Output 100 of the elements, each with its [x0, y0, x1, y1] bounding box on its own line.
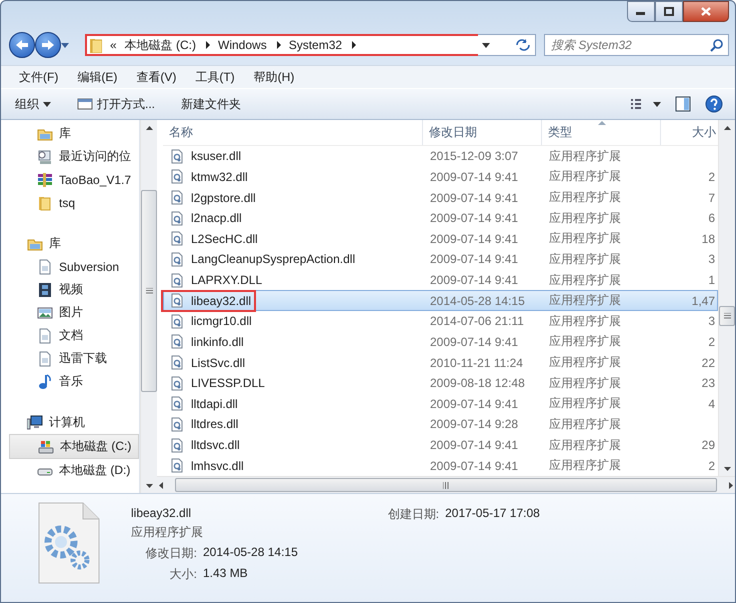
- table-cell-text: 2009-07-14 9:28: [429, 417, 520, 432]
- dll-file-icon: [170, 438, 184, 453]
- breadcrumb[interactable]: 本地磁盘 (C:): [124, 36, 196, 54]
- toolbar-button[interactable]: 打开方式...: [77, 96, 156, 112]
- scroll-up-icon[interactable]: [146, 126, 152, 130]
- toolbar-button[interactable]: 组织: [15, 96, 51, 112]
- file-row[interactable]: licmgr10.dll 2014-07-06 21:11 应用程序扩展 3: [163, 311, 718, 332]
- column-header[interactable]: 修改日期: [423, 120, 542, 145]
- scroll-thumb[interactable]: [175, 478, 717, 492]
- breadcrumb[interactable]: System32: [288, 38, 342, 52]
- table-cell-text: 应用程序扩展: [548, 189, 622, 206]
- field-label: 创建日期:: [388, 506, 440, 523]
- dll-file-icon: [170, 169, 184, 184]
- file-row[interactable]: lmhsvc.dll 2009-07-14 9:41 应用程序扩展 2: [163, 455, 718, 476]
- table-cell-text: 22: [700, 356, 716, 370]
- window-icon: [77, 98, 93, 110]
- nav-item[interactable]: 迅雷下载: [1, 347, 139, 370]
- dll-file-icon: [170, 252, 184, 267]
- file-row[interactable]: linkinfo.dll 2009-07-14 9:41 应用程序扩展 2: [163, 332, 718, 352]
- dropdown-caret-icon: [43, 102, 51, 106]
- scroll-left-icon[interactable]: [159, 482, 163, 488]
- nav-item[interactable]: Subversion: [1, 255, 139, 278]
- nav-item[interactable]: 计算机: [1, 411, 139, 434]
- file-row[interactable]: ListSvc.dll 2010-11-21 11:24 应用程序扩展 22: [163, 352, 718, 373]
- file-row[interactable]: L2SecHC.dll 2009-07-14 9:41 应用程序扩展 18: [163, 228, 718, 250]
- table-cell-text: 2014-05-28 14:15: [429, 294, 526, 308]
- nav-item[interactable]: 最近访问的位: [1, 145, 139, 168]
- nav-item[interactable]: TaoBao_V1.7: [1, 168, 139, 191]
- nav-item[interactable]: 本地磁盘 (D:): [1, 459, 139, 482]
- back-button[interactable]: [9, 32, 35, 58]
- dll-file-icon: [170, 272, 184, 288]
- view-options-icon[interactable]: [631, 98, 661, 110]
- file-row[interactable]: lltdsvc.dll 2009-07-14 9:41 应用程序扩展 29: [163, 434, 718, 456]
- scroll-thumb[interactable]: [141, 190, 157, 392]
- column-header[interactable]: 名称: [163, 120, 423, 145]
- nav-item[interactable]: tsq: [1, 191, 139, 214]
- preview-pane-icon[interactable]: [675, 96, 691, 112]
- nav-item[interactable]: 文档: [1, 324, 139, 347]
- scrollbar[interactable]: [157, 476, 735, 493]
- file-row[interactable]: LIVESSP.DLL 2009-08-18 12:48 应用程序扩展 23: [163, 372, 718, 394]
- breadcrumb-arrow-icon[interactable]: [276, 41, 281, 49]
- toolbar-button[interactable]: 新建文件夹: [181, 96, 242, 112]
- column-header[interactable]: 类型: [542, 120, 661, 145]
- maximize-button[interactable]: [655, 1, 683, 22]
- drive-icon: [38, 438, 54, 454]
- refresh-icon[interactable]: [515, 38, 531, 52]
- breadcrumb[interactable]: Windows: [218, 38, 267, 52]
- overflow-chevron[interactable]: «: [110, 38, 117, 52]
- address-bar[interactable]: « 本地磁盘 (C:) Windows System32: [85, 34, 480, 56]
- scrollbar[interactable]: [140, 120, 157, 493]
- computer-icon: [27, 414, 43, 430]
- nav-item[interactable]: 库: [1, 122, 139, 145]
- scroll-right-icon[interactable]: [729, 482, 733, 488]
- nav-item[interactable]: 本地磁盘 (C:): [9, 434, 139, 459]
- search-field[interactable]: 搜索 System32: [544, 34, 729, 56]
- menu-item[interactable]: 编辑(E): [67, 68, 126, 86]
- minimize-button[interactable]: [627, 1, 655, 22]
- scrollbar[interactable]: [718, 120, 735, 476]
- file-row[interactable]: lltdapi.dll 2009-07-14 9:41 应用程序扩展 4: [163, 394, 718, 414]
- table-cell-text: 2009-07-14 9:41: [429, 458, 520, 473]
- scroll-down-icon[interactable]: [146, 484, 152, 488]
- help-icon[interactable]: [705, 95, 723, 113]
- file-row[interactable]: LangCleanupSysprepAction.dll 2009-07-14 9:41 应用程序扩展 3: [163, 249, 718, 270]
- menu-item[interactable]: 工具(T): [185, 68, 244, 86]
- table-cell-text: 应用程序扩展: [548, 436, 622, 454]
- scroll-thumb[interactable]: [719, 306, 735, 326]
- table-cell-text: 2009-07-14 9:41: [429, 334, 520, 349]
- menu-item[interactable]: 帮助(H): [244, 68, 304, 86]
- close-button[interactable]: [683, 1, 729, 22]
- file-row[interactable]: l2gpstore.dll 2009-07-14 9:41 应用程序扩展 7: [163, 187, 718, 208]
- file-row[interactable]: l2nacp.dll 2009-07-14 9:41 应用程序扩展 6: [163, 208, 718, 228]
- file-name: lmhsvc.dll: [190, 458, 245, 474]
- table-cell-text: 应用程序扩展: [548, 312, 622, 330]
- file-row[interactable]: libeay32.dll 2014-05-28 14:15 应用程序扩展 1,47: [163, 290, 718, 311]
- nav-item[interactable]: 图片: [1, 301, 139, 324]
- forward-button[interactable]: [35, 32, 61, 58]
- file-row[interactable]: lltdres.dll 2009-07-14 9:28 应用程序扩展: [163, 414, 718, 435]
- file-row[interactable]: ksuser.dll 2015-12-09 3:07 应用程序扩展: [163, 146, 718, 167]
- dropdown-caret-icon[interactable]: [482, 42, 490, 48]
- table-cell-text: 18: [700, 232, 716, 246]
- breadcrumb-arrow-icon[interactable]: [206, 41, 210, 49]
- nav-item[interactable]: 库: [1, 232, 139, 255]
- table-cell-text: 应用程序扩展: [548, 374, 622, 392]
- file-type: 应用程序扩展: [131, 524, 204, 541]
- sort-arrow-icon: [598, 121, 606, 125]
- nav-item[interactable]: 音乐: [1, 370, 139, 393]
- column-header[interactable]: 大小: [661, 120, 718, 145]
- table-cell-text: 应用程序扩展: [548, 230, 622, 248]
- menu-item[interactable]: 文件(F): [9, 68, 68, 86]
- file-row[interactable]: ktmw32.dll 2009-07-14 9:41 应用程序扩展 2: [163, 166, 718, 188]
- dll-file-icon: [170, 334, 184, 350]
- menu-item[interactable]: 查看(V): [126, 68, 186, 86]
- breadcrumb-arrow-icon[interactable]: [352, 41, 356, 49]
- dll-file-icon: [170, 190, 184, 206]
- file-row[interactable]: LAPRXY.DLL 2009-07-14 9:41 应用程序扩展 1: [163, 270, 718, 290]
- scroll-down-icon[interactable]: [724, 467, 730, 471]
- scroll-up-icon[interactable]: [724, 126, 730, 130]
- nav-item[interactable]: 视频: [1, 278, 139, 301]
- file-name: ktmw32.dll: [190, 168, 249, 185]
- search-icon[interactable]: [710, 39, 723, 52]
